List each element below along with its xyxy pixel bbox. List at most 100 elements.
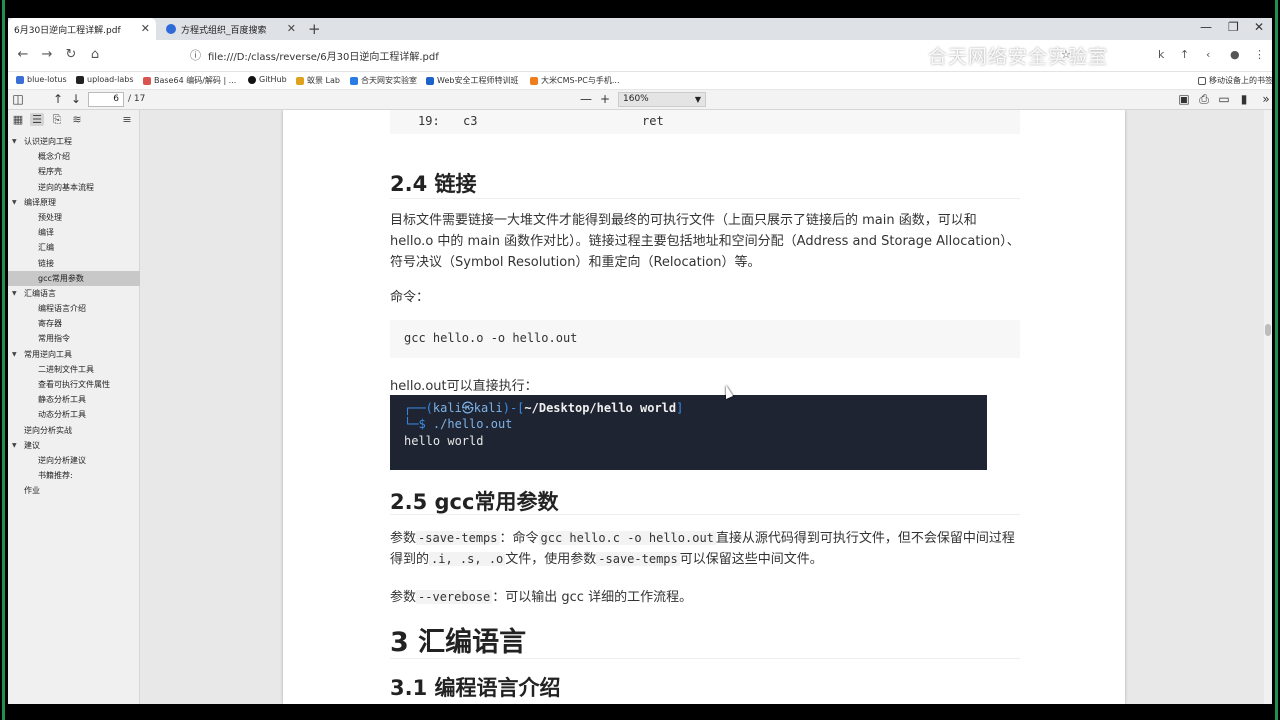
thumbnails-icon[interactable]: ▦ (11, 113, 25, 126)
tab-baidu-title: 方程式组织_百度搜索 (181, 25, 267, 36)
site-icon (530, 76, 538, 85)
divider (390, 198, 1020, 199)
outline-item[interactable]: ▼ 汇编语言 (8, 286, 140, 301)
expand-triangle-icon[interactable]: ▼ (12, 438, 17, 453)
expand-triangle-icon[interactable]: ▼ (12, 195, 17, 210)
vertical-scrollbar[interactable] (1264, 110, 1272, 704)
outline-item[interactable]: 动态分析工具 (8, 407, 140, 422)
outline-item-label: gcc常用参数 (38, 273, 84, 283)
folder-icon (1198, 76, 1206, 85)
outline-item[interactable]: 二进制文件工具 (8, 362, 140, 377)
bookmark-item[interactable]: upload-labs (76, 75, 134, 84)
chevron-down-icon: ▼ (694, 95, 701, 104)
outline-item[interactable]: 编译 (8, 225, 140, 240)
layers-icon[interactable]: ≋ (70, 113, 84, 126)
outline-item-label: 逆向的基本流程 (38, 182, 94, 192)
outline-item[interactable]: gcc常用参数 (8, 270, 140, 286)
outline-item-label: 程序壳 (38, 167, 62, 177)
outline-item-label: 寄存器 (38, 319, 62, 329)
sidebar-toggle-icon[interactable]: ◫ (10, 92, 26, 106)
close-icon[interactable]: ✕ (287, 22, 296, 35)
expand-triangle-icon[interactable]: ▼ (12, 134, 17, 149)
profile-icon[interactable]: ● (1230, 48, 1240, 61)
new-tab-button[interactable]: + (308, 20, 321, 38)
info-icon[interactable]: ⓘ (190, 47, 201, 63)
outline-item[interactable]: ▼ 常用逆向工具 (8, 347, 140, 362)
bookmark-item[interactable]: Web安全工程师特训班 (426, 75, 518, 86)
address-input[interactable]: file:///D:/class/reverse/6月30日逆向工程详解.pdf (208, 48, 439, 63)
outline-item-label: 概念介绍 (38, 152, 70, 162)
presentation-icon[interactable]: ▣ (1176, 92, 1192, 106)
outline-item[interactable]: 寄存器 (8, 316, 140, 331)
site-icon (143, 76, 151, 85)
bookmark-item[interactable]: 大米CMS-PC与手机... (530, 75, 620, 86)
shield-icon (350, 76, 358, 85)
outline-item-label: 动态分析工具 (38, 410, 86, 420)
outline-item[interactable]: 程序壳 (8, 164, 140, 179)
expand-triangle-icon[interactable]: ▼ (12, 347, 17, 362)
more-tools-icon[interactable]: » (1258, 92, 1272, 106)
arrow-up-icon[interactable]: ↑ (50, 92, 66, 106)
expand-triangle-icon[interactable]: ▼ (12, 286, 17, 301)
bookmark-icon[interactable]: ▮ (1236, 92, 1252, 106)
chevron-left-icon[interactable]: ‹ (1206, 48, 1210, 61)
divider (390, 514, 1020, 515)
outline-item[interactable]: 链接 (8, 256, 140, 271)
save-icon[interactable]: ▭ (1216, 92, 1232, 106)
outline-icon[interactable]: ☰ (30, 113, 44, 126)
star-icon[interactable]: ☆ (1061, 48, 1071, 61)
outline-item[interactable]: 逆向分析实战 (8, 423, 140, 438)
outline-item[interactable]: 编程语言介绍 (8, 301, 140, 316)
outline-item[interactable]: 作业 (8, 483, 140, 498)
menu-icon[interactable]: ⋮ (1254, 48, 1265, 61)
outline-item[interactable]: 预处理 (8, 210, 140, 225)
outline-item[interactable]: 逆向分析建议 (8, 453, 140, 468)
pdf-viewport[interactable]: 19: c3 ret 2.4 链接 目标文件需要链接一大堆文件才能得到最终的可执… (140, 110, 1272, 704)
outline-item[interactable]: ▼ 认识逆向工程 (8, 134, 140, 149)
outline-item[interactable]: ▼ 建议 (8, 438, 140, 453)
mobile-bookmarks[interactable]: 移动设备上的书签 (1198, 75, 1272, 86)
outline-item[interactable]: 概念介绍 (8, 149, 140, 164)
page-total: / 17 (128, 94, 146, 104)
outline-item-label: 逆向分析建议 (38, 455, 86, 465)
outline-item[interactable]: 静态分析工具 (8, 392, 140, 407)
extension-icon[interactable]: k (1158, 48, 1164, 61)
attachments-icon[interactable]: ⎘ (50, 113, 64, 127)
bookmarks-bar: blue-lotus upload-labs Base64 编码/解码 | ..… (8, 72, 1272, 90)
zoom-out-icon[interactable]: — (578, 92, 594, 106)
close-window-icon[interactable]: ✕ (1254, 20, 1264, 34)
zoom-select[interactable]: 160% ▼ (618, 92, 706, 107)
mouse-cursor-icon (726, 385, 733, 399)
forward-icon[interactable]: → (38, 47, 56, 62)
outline-item[interactable]: 逆向的基本流程 (8, 180, 140, 195)
scrollbar-thumb[interactable] (1265, 324, 1271, 336)
maximize-icon[interactable]: ❐ (1228, 20, 1239, 34)
bookmark-item[interactable]: blue-lotus (16, 75, 67, 84)
reload-icon[interactable]: ↻ (62, 47, 80, 62)
heading-3: 3 汇编语言 (390, 627, 527, 658)
outline-item[interactable]: 汇编 (8, 240, 140, 255)
outline-item[interactable]: 书籍推荐: (8, 468, 140, 483)
site-icon (426, 76, 434, 85)
outline-item[interactable]: ▼ 编译原理 (8, 195, 140, 210)
outline-item[interactable]: 常用指令 (8, 331, 140, 346)
expand-all-icon[interactable]: ≡ (120, 113, 134, 126)
extension-icon[interactable]: ↑ (1180, 48, 1189, 61)
bookmark-item[interactable]: 蚁景 Lab (296, 75, 340, 86)
minimize-icon[interactable]: — (1200, 20, 1212, 34)
back-icon[interactable]: ← (14, 47, 32, 62)
home-icon[interactable]: ⌂ (86, 47, 104, 62)
divider (390, 658, 1020, 659)
print-icon[interactable]: ⎙ (1196, 92, 1212, 107)
page-number-input[interactable]: 6 (88, 92, 124, 107)
bookmark-item[interactable]: GitHub (248, 75, 287, 84)
bookmark-item[interactable]: 合天网安实验室 (350, 75, 417, 86)
zoom-in-icon[interactable]: + (597, 92, 613, 106)
tab-pdf[interactable]: 6月30日逆向工程详解.pdf ✕ (8, 18, 156, 40)
heading-3-1: 3.1 编程语言介绍 (390, 676, 561, 700)
close-icon[interactable]: ✕ (141, 22, 150, 35)
arrow-down-icon[interactable]: ↓ (68, 92, 84, 106)
tab-baidu[interactable]: 方程式组织_百度搜索 ✕ (160, 18, 302, 40)
bookmark-item[interactable]: Base64 编码/解码 | ... (143, 75, 236, 86)
outline-item[interactable]: 查看可执行文件属性 (8, 377, 140, 392)
